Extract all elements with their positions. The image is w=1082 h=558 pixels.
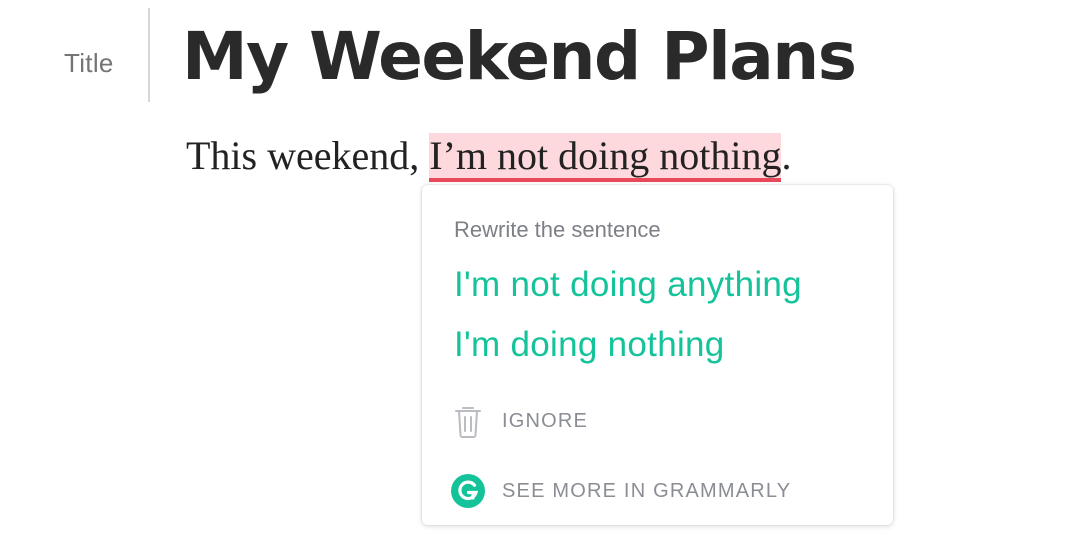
document-body[interactable]: This weekend, I’m not doing nothing. [186, 130, 791, 182]
flagged-phrase[interactable]: I’m not doing nothing [429, 133, 782, 182]
suggestion-option-1[interactable]: I'm not doing anything [454, 265, 802, 305]
see-more-button[interactable]: SEE MORE IN GRAMMARLY [450, 473, 791, 509]
suggestion-heading: Rewrite the sentence [454, 217, 661, 242]
see-more-label: SEE MORE IN GRAMMARLY [502, 479, 792, 502]
body-text-after: . [781, 133, 792, 178]
title-divider [148, 8, 150, 102]
grammarly-logo-icon [450, 473, 486, 509]
suggestion-card: Rewrite the sentence I'm not doing anyth… [422, 185, 893, 525]
ignore-label: IGNORE [502, 409, 589, 432]
ignore-button[interactable]: IGNORE [450, 403, 588, 439]
body-text-before: This weekend, [186, 133, 430, 178]
trash-icon [450, 403, 486, 439]
suggestion-option-2[interactable]: I'm doing nothing [454, 325, 725, 365]
title-field-label: Title [64, 48, 114, 78]
document-title[interactable]: My Weekend Plans [182, 14, 857, 100]
